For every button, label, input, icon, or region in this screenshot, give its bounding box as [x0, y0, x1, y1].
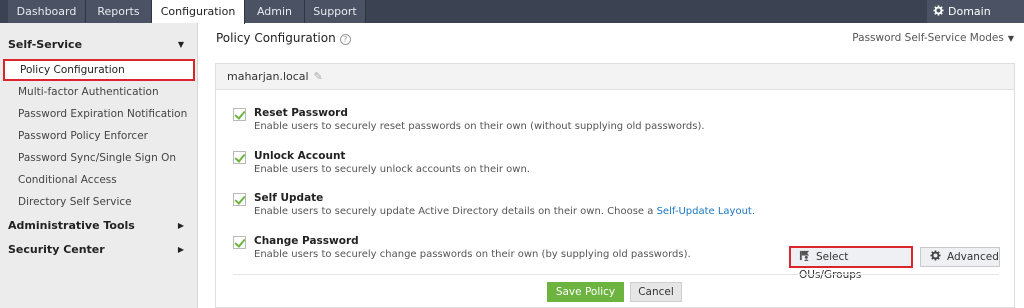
- feature-description-text: Enable users to securely update Active D…: [254, 206, 657, 217]
- page-title-text: Policy Configuration: [216, 31, 336, 45]
- feature-title: Self Update: [254, 192, 324, 204]
- sidebar-section-security-center[interactable]: Security Center ▶: [0, 239, 198, 261]
- gear-icon: [933, 5, 944, 16]
- feature-description: Enable users to securely change password…: [254, 249, 691, 260]
- tab-admin[interactable]: Admin: [245, 0, 305, 23]
- unlock-account-checkbox[interactable]: [233, 151, 246, 164]
- sidebar-section-label: Administrative Tools: [8, 219, 135, 232]
- gear-icon: [930, 250, 941, 261]
- divider: [233, 274, 999, 275]
- help-icon[interactable]: ?: [339, 34, 351, 45]
- feature-description: Enable users to securely reset passwords…: [254, 121, 705, 132]
- page-title: Policy Configuration?: [216, 31, 351, 45]
- sidebar-item-multi-factor-authentication[interactable]: Multi-factor Authentication: [0, 81, 198, 103]
- domain-header: maharjan.local ✎: [216, 64, 1014, 90]
- chevron-right-icon: ▶: [177, 245, 184, 254]
- chevron-right-icon: ▶: [177, 221, 184, 230]
- sidebar-section-self-service[interactable]: Self-Service ▼: [0, 34, 198, 56]
- sidebar-item-policy-configuration[interactable]: Policy Configuration: [3, 59, 195, 81]
- modes-label: Password Self-Service Modes: [852, 32, 1004, 44]
- reset-password-checkbox[interactable]: [233, 108, 246, 121]
- password-self-service-modes-dropdown[interactable]: Password Self-Service Modes ▼: [852, 32, 1014, 44]
- sidebar-section-administrative-tools[interactable]: Administrative Tools ▶: [0, 215, 198, 237]
- chevron-down-icon: ▼: [177, 40, 184, 49]
- self-update-checkbox[interactable]: [233, 193, 246, 206]
- change-password-checkbox[interactable]: [233, 236, 246, 249]
- top-nav: Dashboard Reports Configuration Admin Su…: [0, 0, 1024, 41]
- sidebar: Self-Service ▼ Policy Configuration Mult…: [0, 23, 198, 308]
- sidebar-item-password-sync[interactable]: Password Sync/Single Sign On: [0, 147, 198, 169]
- domain-name: maharjan.local: [227, 70, 309, 83]
- feature-description: Enable users to securely update Active D…: [254, 206, 755, 217]
- feature-title: Reset Password: [254, 107, 348, 119]
- cancel-button[interactable]: Cancel: [630, 282, 682, 302]
- tab-reports[interactable]: Reports: [86, 0, 152, 23]
- feature-title: Change Password: [254, 235, 359, 247]
- sidebar-item-directory-self-service[interactable]: Directory Self Service: [0, 191, 198, 213]
- sidebar-item-password-policy-enforcer[interactable]: Password Policy Enforcer: [0, 125, 198, 147]
- feature-title: Unlock Account: [254, 150, 346, 162]
- pencil-icon[interactable]: ✎: [314, 64, 323, 89]
- chevron-down-icon: ▼: [1007, 34, 1014, 43]
- policy-panel: maharjan.local ✎ Reset Password Enable us…: [215, 63, 1015, 308]
- tab-support[interactable]: Support: [305, 0, 366, 23]
- self-update-layout-link[interactable]: Self-Update Layout.: [657, 206, 755, 217]
- sidebar-section-label: Self-Service: [8, 38, 83, 51]
- users-groups-icon: [799, 250, 810, 261]
- advanced-button[interactable]: Advanced: [920, 247, 1000, 267]
- sidebar-section-label: Security Center: [8, 243, 105, 256]
- domain-settings-button[interactable]: Domain Settings: [927, 0, 1024, 41]
- select-ous-groups-button[interactable]: Select OUs/Groups: [789, 246, 913, 281]
- sidebar-item-conditional-access[interactable]: Conditional Access: [0, 169, 198, 191]
- tab-configuration[interactable]: Configuration: [152, 0, 245, 24]
- sidebar-item-password-expiration-notification[interactable]: Password Expiration Notification: [0, 103, 198, 125]
- feature-description: Enable users to securely unlock accounts…: [254, 164, 530, 175]
- save-policy-button[interactable]: Save Policy: [547, 282, 624, 302]
- tab-dashboard[interactable]: Dashboard: [8, 0, 86, 23]
- advanced-label: Advanced: [947, 251, 999, 263]
